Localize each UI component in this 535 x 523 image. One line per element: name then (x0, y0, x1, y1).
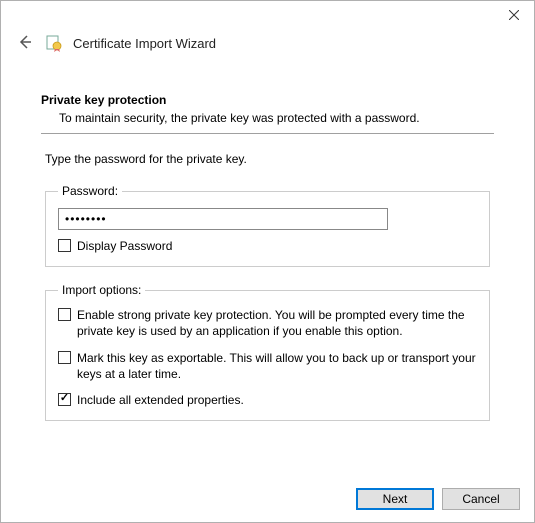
wizard-content: Private key protection To maintain secur… (1, 63, 534, 421)
divider (41, 133, 494, 134)
close-button[interactable] (494, 1, 534, 29)
display-password-checkbox[interactable]: Display Password (58, 238, 477, 254)
checkbox-icon (58, 308, 71, 321)
checkbox-icon (58, 351, 71, 364)
back-arrow-icon (17, 34, 33, 53)
back-button[interactable] (15, 33, 35, 53)
page-heading: Private key protection (41, 93, 494, 107)
option-label: Enable strong private key protection. Yo… (77, 307, 477, 339)
certificate-icon (45, 34, 63, 52)
checkbox-icon (58, 239, 71, 252)
import-options-legend: Import options: (58, 283, 145, 297)
password-legend: Password: (58, 184, 122, 198)
password-input[interactable] (58, 208, 388, 230)
page-subheading: To maintain security, the private key wa… (41, 111, 494, 125)
option-extended-properties[interactable]: Include all extended properties. (58, 392, 477, 408)
instruction-text: Type the password for the private key. (41, 152, 494, 166)
option-label: Mark this key as exportable. This will a… (77, 350, 477, 382)
next-button-label: Next (383, 492, 408, 506)
cancel-button-label: Cancel (462, 492, 499, 506)
option-strong-protection[interactable]: Enable strong private key protection. Yo… (58, 307, 477, 339)
password-group: Password: Display Password (45, 184, 490, 267)
option-exportable[interactable]: Mark this key as exportable. This will a… (58, 350, 477, 382)
wizard-title: Certificate Import Wizard (73, 36, 216, 51)
wizard-footer: Next Cancel (1, 476, 534, 522)
import-options-group: Import options: Enable strong private ke… (45, 283, 490, 421)
display-password-label: Display Password (77, 238, 477, 254)
next-button[interactable]: Next (356, 488, 434, 510)
option-label: Include all extended properties. (77, 392, 477, 408)
titlebar (1, 1, 534, 29)
checkbox-icon (58, 393, 71, 406)
wizard-header: Certificate Import Wizard (1, 29, 534, 63)
close-icon (509, 7, 519, 23)
cancel-button[interactable]: Cancel (442, 488, 520, 510)
